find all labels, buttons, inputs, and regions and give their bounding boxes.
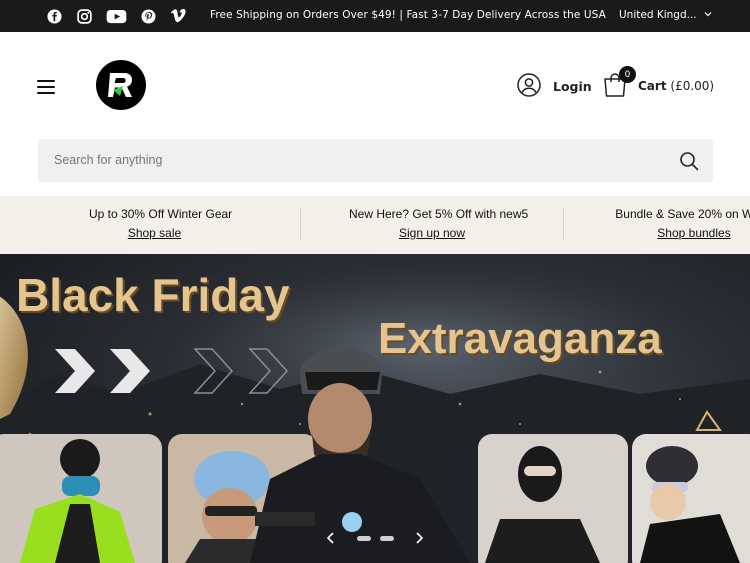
site-header: Login 0 Cart (£0.00) bbox=[0, 32, 750, 196]
carousel-dot-1[interactable] bbox=[357, 536, 371, 541]
brand-logo[interactable] bbox=[96, 60, 146, 110]
hero-banner[interactable]: Black Friday Extravaganza bbox=[0, 254, 750, 563]
promo-bundle: Bundle & Save 20% on Winte Shop bundles bbox=[607, 207, 750, 241]
social-links bbox=[45, 8, 187, 24]
vimeo-icon[interactable] bbox=[169, 8, 187, 24]
shop-bundles-link[interactable]: Shop bundles bbox=[657, 226, 730, 240]
promo-strip: Up to 30% Off Winter Gear Shop sale New … bbox=[0, 196, 750, 254]
cart-link[interactable]: Cart (£0.00) bbox=[638, 79, 714, 93]
shipping-announcement: Free Shipping on Orders Over $49! | Fast… bbox=[210, 9, 606, 21]
divider bbox=[300, 208, 301, 240]
instagram-icon[interactable] bbox=[75, 8, 93, 24]
divider bbox=[563, 208, 564, 240]
sign-up-link[interactable]: Sign up now bbox=[399, 226, 465, 240]
youtube-icon[interactable] bbox=[105, 8, 127, 24]
cart-count-badge: 0 bbox=[619, 66, 636, 83]
region-selector[interactable]: United Kingd... bbox=[619, 9, 697, 21]
cart-label: Cart bbox=[638, 79, 667, 93]
pinterest-icon[interactable] bbox=[139, 8, 157, 24]
promo-text: Bundle & Save 20% on Winte bbox=[615, 207, 750, 221]
promo-text: Up to 30% Off Winter Gear bbox=[89, 207, 233, 221]
hero-title-line2: Extravaganza bbox=[378, 314, 662, 363]
search-icon[interactable] bbox=[679, 151, 699, 171]
carousel-dot-2[interactable] bbox=[380, 536, 394, 541]
promo-text: New Here? Get 5% Off with new5 bbox=[349, 207, 529, 221]
hero-title-line1: Black Friday bbox=[16, 269, 290, 321]
promo-winter-sale: Up to 30% Off Winter Gear Shop sale bbox=[89, 207, 233, 241]
facebook-icon[interactable] bbox=[45, 8, 63, 24]
account-icon[interactable] bbox=[517, 73, 541, 97]
chevron-down-icon[interactable] bbox=[703, 9, 713, 19]
chevron-left-icon[interactable] bbox=[323, 530, 339, 546]
shop-sale-link[interactable]: Shop sale bbox=[128, 226, 181, 240]
search-input[interactable] bbox=[54, 149, 654, 171]
login-link[interactable]: Login bbox=[553, 79, 592, 94]
announcement-bar: Free Shipping on Orders Over $49! | Fast… bbox=[0, 0, 750, 32]
search-bar bbox=[38, 139, 713, 182]
menu-icon[interactable] bbox=[37, 80, 55, 94]
chevron-right-icon[interactable] bbox=[411, 530, 427, 546]
cart-total: (£0.00) bbox=[670, 79, 715, 93]
promo-new-customer: New Here? Get 5% Off with new5 Sign up n… bbox=[349, 207, 529, 241]
